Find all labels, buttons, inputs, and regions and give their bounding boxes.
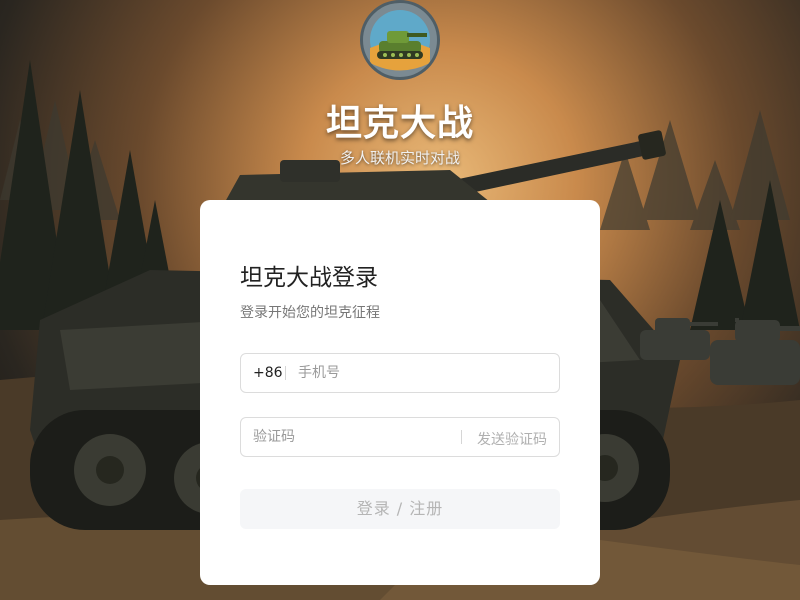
send-code-button[interactable]: 发送验证码 — [477, 429, 547, 449]
tank-logo-icon — [360, 0, 440, 80]
login-screen: 坦克大战 多人联机实时对战 坦克大战登录 登录开始您的坦克征程 +86 发送验证… — [0, 0, 800, 600]
code-divider — [461, 430, 462, 444]
country-code-selector[interactable]: +86 — [253, 365, 283, 381]
phone-field[interactable]: +86 — [240, 353, 560, 393]
login-card: 坦克大战登录 登录开始您的坦克征程 +86 发送验证码 登录 / 注册 — [200, 200, 600, 585]
login-register-button[interactable]: 登录 / 注册 — [240, 489, 560, 529]
phone-divider — [285, 366, 286, 380]
app-title: 坦克大战 — [325, 103, 474, 144]
phone-input[interactable] — [298, 363, 548, 383]
verification-code-field[interactable]: 发送验证码 — [240, 417, 560, 457]
verification-code-input[interactable] — [253, 427, 453, 447]
login-title: 坦克大战登录 — [240, 265, 378, 291]
app-subtitle: 多人联机实时对战 — [339, 149, 460, 167]
login-subtitle: 登录开始您的坦克征程 — [240, 305, 380, 321]
